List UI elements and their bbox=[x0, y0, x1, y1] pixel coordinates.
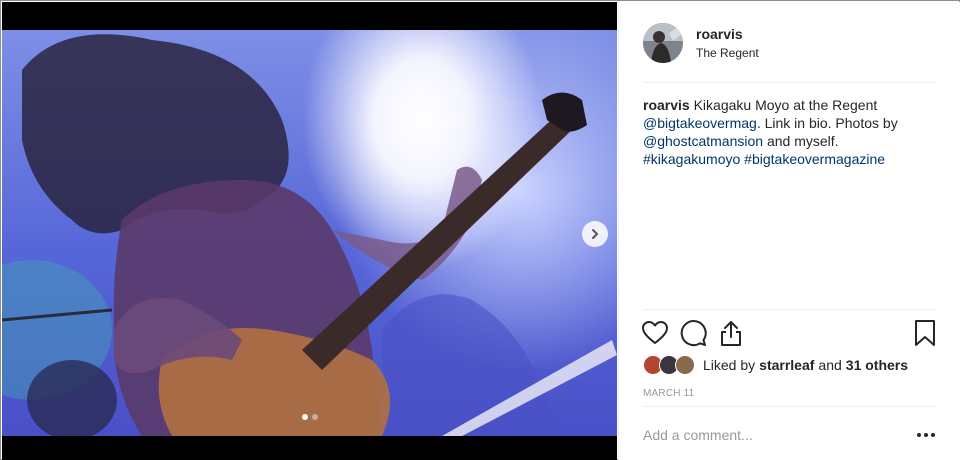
post-header: roarvis The Regent bbox=[619, 2, 960, 82]
post-username[interactable]: roarvis bbox=[696, 26, 743, 42]
chevron-right-icon bbox=[592, 229, 598, 239]
post-modal: roarvis The Regent roarvis Kikagaku Moyo… bbox=[0, 0, 960, 460]
caption-text: . Link in bio. Photos by bbox=[756, 115, 898, 131]
header-divider bbox=[643, 82, 937, 83]
more-options-button[interactable] bbox=[915, 428, 937, 442]
likes-prefix: Liked by bbox=[703, 357, 756, 373]
more-options-icon bbox=[917, 433, 935, 437]
post-caption: roarvis Kikagaku Moyo at the Regent @big… bbox=[643, 96, 933, 168]
concert-photo[interactable] bbox=[2, 30, 617, 436]
bookmark-icon bbox=[915, 320, 935, 346]
avatar[interactable] bbox=[643, 23, 683, 63]
carousel-dot-2 bbox=[312, 414, 318, 420]
post-details-panel: roarvis The Regent roarvis Kikagaku Moyo… bbox=[618, 2, 960, 460]
avatar-image bbox=[643, 23, 683, 63]
likes-conjunction: and bbox=[818, 357, 842, 373]
likes-user-link[interactable]: starrleaf bbox=[759, 357, 814, 373]
caption-text: and myself. bbox=[763, 133, 839, 149]
caption-text: Kikagaku Moyo at the Regent bbox=[689, 97, 878, 113]
carousel-next-button[interactable] bbox=[582, 221, 608, 247]
comment-button[interactable] bbox=[679, 319, 709, 349]
comment-divider bbox=[643, 406, 937, 407]
heart-icon bbox=[642, 321, 668, 344]
caption-hashtag-kikagakumoyo[interactable]: #kikagakumoyo bbox=[643, 151, 740, 167]
share-icon bbox=[721, 321, 741, 346]
post-date[interactable]: MARCH 11 bbox=[643, 388, 694, 399]
post-media bbox=[2, 2, 617, 460]
carousel-dot-1 bbox=[302, 414, 308, 420]
photo-illustration bbox=[2, 34, 617, 436]
carousel-indicator bbox=[302, 414, 318, 420]
actions-divider bbox=[643, 309, 937, 310]
likes-summary: Liked by starrleaf and 31 others bbox=[643, 354, 912, 376]
comment-input[interactable]: Add a comment... bbox=[643, 427, 753, 443]
caption-mention-ghostcatmansion[interactable]: @ghostcatmansion bbox=[643, 133, 763, 149]
caption-username[interactable]: roarvis bbox=[643, 97, 690, 113]
likes-others-link[interactable]: 31 others bbox=[846, 357, 908, 373]
save-button[interactable] bbox=[911, 319, 941, 349]
caption-mention-bigtakeovermag[interactable]: @bigtakeovermag bbox=[643, 115, 757, 131]
liker-avatar bbox=[675, 355, 695, 375]
post-location[interactable]: The Regent bbox=[696, 46, 759, 60]
comment-icon bbox=[680, 320, 707, 347]
liker-avatars[interactable] bbox=[643, 354, 697, 376]
share-button[interactable] bbox=[717, 319, 747, 349]
caption-hashtag-bigtakeovermagazine[interactable]: #bigtakeovermagazine bbox=[744, 151, 885, 167]
action-bar bbox=[641, 319, 941, 349]
like-button[interactable] bbox=[641, 319, 671, 349]
